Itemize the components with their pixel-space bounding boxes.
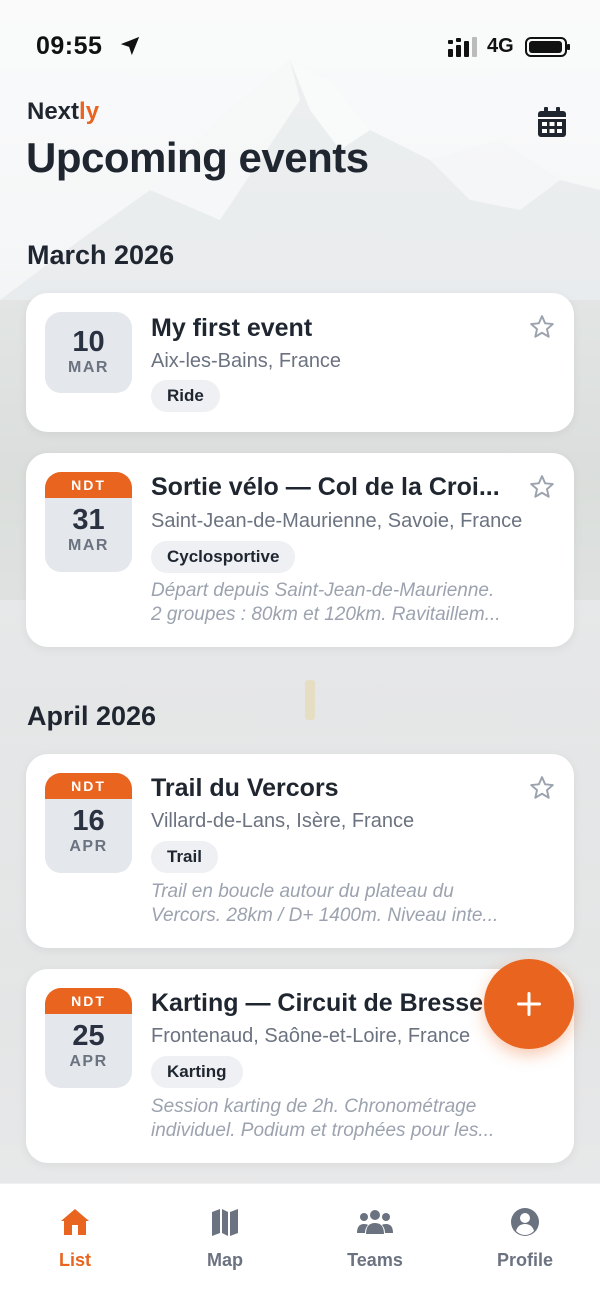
home-icon [61,1209,89,1235]
event-location: Frontenaud, Saône-et-Loire, France [151,1025,471,1047]
event-title: Karting — Circuit de Bresse [151,989,484,1017]
tab-label: Profile [496,1250,553,1270]
network-type: 4G [487,35,514,57]
tab-label: List [58,1250,91,1270]
event-tag: Cyclosportive [151,541,296,573]
brand-logo: Nextly [27,98,100,125]
status-time: 09:55 [36,32,103,60]
event-title: My first event [151,314,313,342]
event-tag: Karting [151,1056,243,1088]
tab-label: Teams [347,1250,403,1270]
location-arrow-icon [120,36,140,56]
event-location: Saint-Jean-de-Maurienne, Savoie, France [151,510,523,532]
event-description: Départ depuis Saint-Jean-de-Maurienne. 2… [151,580,501,625]
favorite-star-icon[interactable] [529,474,555,500]
event-description: Session karting de 2h. Chronométrage ind… [151,1096,495,1141]
event-date: NDT 16 APR [45,773,132,873]
event-location: Villard-de-Lans, Isère, France [151,810,415,832]
map-icon [212,1209,238,1236]
event-date: 10 MAR [45,312,132,393]
calendar-button[interactable] [532,102,572,142]
event-card[interactable]: NDT 16 APR Trail du Vercors Villard-de-L… [26,754,574,948]
event-date: NDT 31 MAR [45,472,132,572]
event-tag: Ride [151,380,220,412]
users-icon [357,1210,393,1234]
tab-label: Map [207,1250,243,1270]
event-date: NDT 25 APR [45,988,132,1088]
event-tag: Trail [151,841,218,873]
page-title: Upcoming events [26,134,369,181]
signal-icon [448,37,477,57]
status-bar: 09:55 4G [0,0,600,94]
bottom-tab-bar: List Map Teams Profile [0,1183,600,1299]
calendar-icon [538,107,566,137]
plus-icon [517,992,541,1016]
tab-teams[interactable]: Teams [300,1184,450,1299]
event-description: Trail en boucle autour du plateau du Ver… [151,881,499,926]
tab-map[interactable]: Map [150,1184,300,1299]
favorite-star-icon[interactable] [529,314,555,340]
favorite-star-icon[interactable] [529,775,555,801]
event-location: Aix-les-Bains, France [151,350,342,372]
user-circle-icon [511,1208,539,1236]
event-card[interactable]: 10 MAR My first event Aix-les-Bains, Fra… [26,293,574,432]
event-card[interactable]: NDT 31 MAR Sortie vélo — Col de la Croi.… [26,453,574,647]
add-event-button[interactable] [484,959,574,1049]
tab-list[interactable]: List [0,1184,150,1299]
event-title: Trail du Vercors [151,774,339,802]
tab-profile[interactable]: Profile [450,1184,600,1299]
month-header: April 2026 [27,701,157,731]
event-title: Sortie vélo — Col de la Croi... [151,473,500,501]
battery-icon [525,37,570,57]
month-header: March 2026 [27,240,175,270]
